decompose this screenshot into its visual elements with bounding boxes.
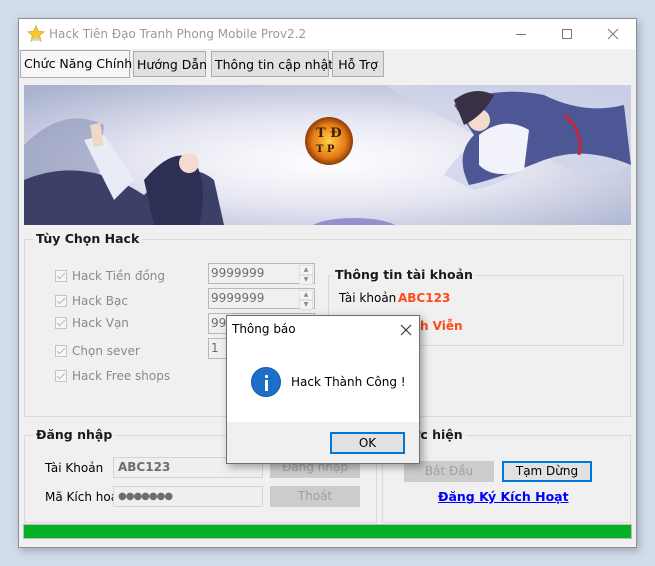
hack-bac-label: Hack Bạc	[72, 294, 128, 308]
tab-ho-tro[interactable]: Hỗ Trợ	[332, 51, 384, 77]
login-title: Đăng nhập	[33, 427, 116, 442]
hack-bac-checkbox[interactable]	[55, 295, 67, 307]
hack-tien-dong-checkbox[interactable]	[55, 270, 67, 282]
hack-tien-dong-label: Hack Tiền đồng	[72, 269, 166, 283]
close-button[interactable]	[590, 19, 636, 49]
login-account-label: Tài Khoản	[45, 461, 104, 475]
chon-sever-option[interactable]: Chọn sever	[55, 344, 140, 358]
chon-sever-checkbox[interactable]	[55, 345, 67, 357]
svg-text:T P: T P	[316, 144, 335, 155]
account-value: ABC123	[398, 291, 451, 305]
activation-code-input[interactable]: ●●●●●●●	[113, 486, 263, 507]
start-button[interactable]: Bắt Đầu	[404, 461, 494, 482]
hack-bac-option[interactable]: Hack Bạc	[55, 294, 128, 308]
progress-fill	[24, 525, 631, 538]
hack-van-option[interactable]: Hack Vạn	[55, 316, 129, 330]
minimize-icon	[516, 34, 526, 35]
game-banner: T Đ T P	[24, 85, 631, 225]
register-activation-link[interactable]: Đăng Ký Kích Hoạt	[438, 489, 569, 504]
dialog-close-button[interactable]	[400, 320, 412, 340]
message-dialog: Thông báo Hack Thành Công ! OK	[226, 315, 420, 464]
bac-value: 9999999	[211, 291, 265, 305]
spin-up-icon[interactable]: ▲	[299, 265, 313, 275]
hack-tien-dong-option[interactable]: Hack Tiền đồng	[55, 269, 165, 283]
dialog-body: Thông báo Hack Thành Công !	[227, 316, 419, 422]
tab-bar: Chức Năng Chính Hướng Dẫn Thông tin cập …	[19, 49, 636, 79]
app-window: Hack Tiên Đạo Tranh Phong Mobile Prov2.2…	[18, 18, 637, 548]
hack-van-label: Hack Vạn	[72, 316, 129, 330]
close-icon	[400, 324, 412, 336]
hack-van-checkbox[interactable]	[55, 317, 67, 329]
dialog-title: Thông báo	[232, 322, 296, 336]
hack-options-title: Tùy Chọn Hack	[33, 231, 143, 246]
chon-sever-label: Chọn sever	[72, 344, 140, 358]
dialog-message: Hack Thành Công !	[291, 375, 406, 389]
maximize-button[interactable]	[544, 19, 590, 49]
svg-text:T Đ: T Đ	[316, 126, 342, 141]
close-icon	[607, 28, 619, 40]
star-icon	[27, 25, 45, 42]
hack-free-shops-option[interactable]: Hack Free shops	[55, 369, 170, 383]
tab-chuc-nang-chinh[interactable]: Chức Năng Chính	[20, 50, 132, 78]
spin-down-icon[interactable]: ▼	[299, 300, 313, 310]
tien-dong-value: 9999999	[211, 266, 265, 280]
hack-free-shops-label: Hack Free shops	[72, 369, 171, 383]
title-bar[interactable]: Hack Tiên Đạo Tranh Phong Mobile Prov2.2	[19, 19, 636, 49]
account-label: Tài khoản	[339, 291, 397, 305]
progress-bar	[23, 524, 632, 539]
spin-down-icon[interactable]: ▼	[299, 275, 313, 285]
hack-free-shops-checkbox[interactable]	[55, 370, 67, 382]
account-info-title: Thông tin tài khoản	[332, 267, 476, 282]
tab-huong-dan[interactable]: Hướng Dẫn	[133, 51, 207, 77]
server-value: 1	[211, 341, 219, 355]
pause-button[interactable]: Tạm Dừng	[502, 461, 592, 482]
window-title: Hack Tiên Đạo Tranh Phong Mobile Prov2.2	[49, 27, 307, 41]
maximize-icon	[562, 29, 572, 39]
activation-code-label: Mã Kích hoạt	[45, 490, 123, 504]
info-icon	[251, 367, 281, 397]
tab-thong-tin-cap-nhat[interactable]: Thông tin cập nhật	[211, 51, 333, 77]
dialog-ok-button[interactable]: OK	[330, 432, 405, 454]
logout-button[interactable]: Thoát	[270, 486, 360, 507]
bac-spinner[interactable]: 9999999 ▲ ▼	[208, 288, 315, 310]
spin-up-icon[interactable]: ▲	[299, 290, 313, 300]
tien-dong-spinner[interactable]: 9999999 ▲ ▼	[208, 263, 315, 285]
minimize-button[interactable]	[498, 19, 544, 49]
